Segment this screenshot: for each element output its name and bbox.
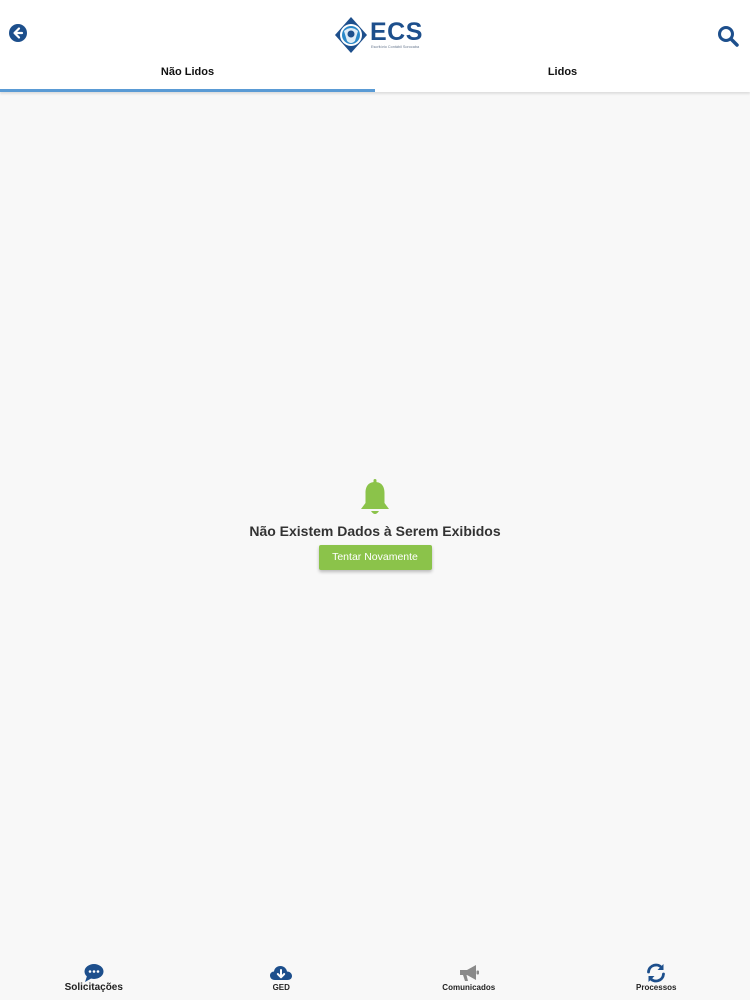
chat-bubble-icon bbox=[84, 964, 104, 982]
bottom-nav: Solicitações GED Comunicados Processos bbox=[0, 955, 750, 1000]
nav-label: Solicitações bbox=[64, 982, 123, 993]
empty-state: Não Existem Dados à Serem Exibidos Tenta… bbox=[0, 478, 750, 570]
nav-label: GED bbox=[272, 983, 290, 992]
nav-item-processos[interactable]: Processos bbox=[563, 955, 750, 1000]
tab-nao-lidos[interactable]: Não Lidos bbox=[0, 60, 375, 92]
tab-label: Lidos bbox=[547, 66, 578, 78]
nav-item-ged[interactable]: GED bbox=[188, 955, 376, 1000]
nav-label: Comunicados bbox=[442, 983, 496, 992]
tab-lidos[interactable]: Lidos bbox=[375, 60, 750, 92]
tab-bar: Não Lidos Lidos bbox=[0, 60, 750, 92]
header-bar: ECS Escritório Contábil Sorocaba bbox=[0, 0, 750, 60]
empty-state-message: Não Existem Dados à Serem Exibidos bbox=[249, 523, 501, 539]
refresh-icon bbox=[647, 963, 666, 983]
cloud-download-icon bbox=[270, 966, 293, 980]
bell-icon bbox=[361, 479, 389, 514]
megaphone-icon bbox=[459, 965, 479, 981]
logo-subtext: Escritório Contábil Sorocaba bbox=[371, 45, 420, 49]
tab-label: Não Lidos bbox=[160, 66, 215, 78]
retry-button[interactable]: Tentar Novamente bbox=[318, 545, 432, 570]
nav-label: Processos bbox=[636, 983, 677, 992]
nav-item-comunicados[interactable]: Comunicados bbox=[375, 955, 563, 1000]
nav-item-solicitacoes[interactable]: Solicitações bbox=[0, 955, 188, 1000]
back-arrow-icon[interactable] bbox=[9, 24, 27, 42]
logo-emblem-icon bbox=[335, 17, 367, 53]
logo-text: ECS bbox=[370, 18, 423, 46]
company-logo: ECS Escritório Contábil Sorocaba bbox=[333, 16, 422, 56]
app-screen: ECS Escritório Contábil Sorocaba Não Lid… bbox=[0, 0, 750, 1000]
search-icon[interactable] bbox=[717, 25, 739, 47]
